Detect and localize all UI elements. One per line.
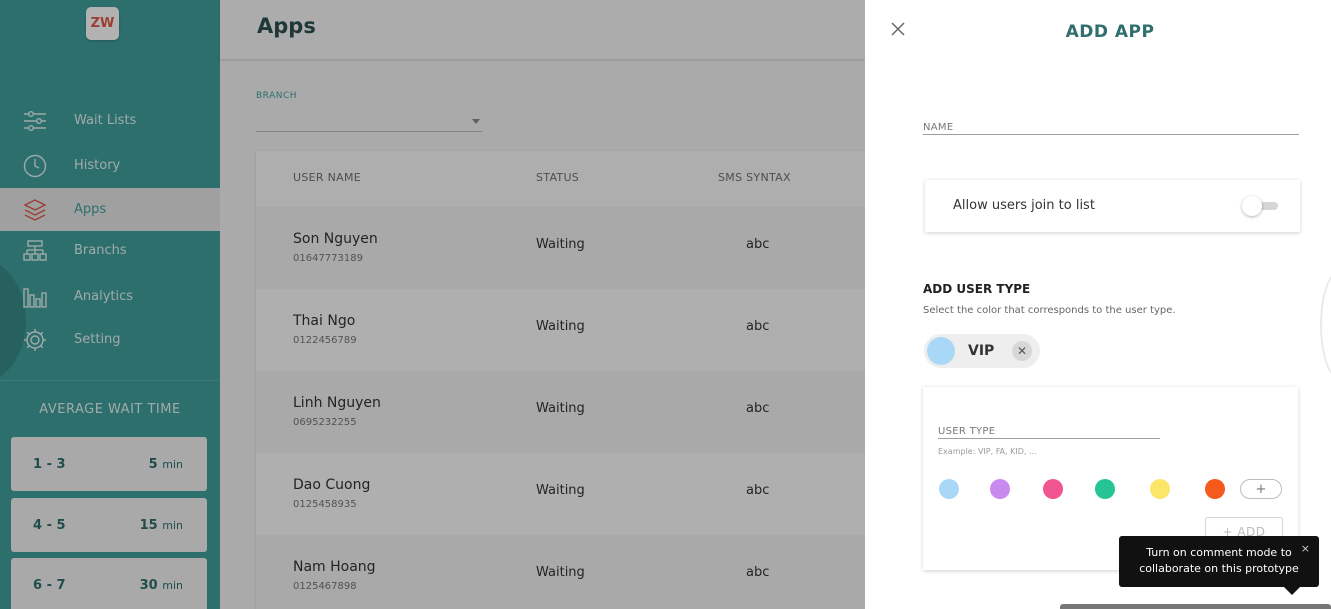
user-type-field[interactable] [938,419,1160,441]
tooltip-arrow [1284,587,1300,595]
toggle-knob [1242,196,1262,216]
allow-users-label: Allow users join to list [953,198,1095,213]
chip-remove-icon[interactable]: ✕ [1012,341,1032,361]
modal-backdrop[interactable] [0,0,865,609]
allow-users-card: Allow users join to list [925,180,1300,232]
comment-mode-tooltip: × Turn on comment mode to collaborate on… [1119,536,1319,595]
user-type-chip: VIP ✕ [924,334,1040,368]
user-type-hint: Example: VIP, FA, KID, ... [938,447,1037,456]
app-root: ZW Wait Lists History Apps Branchs Analy… [0,0,1331,609]
color-option-orange[interactable] [1205,479,1225,499]
chip-color-dot [927,337,955,365]
add-app-panel: ADD APP Allow users join to list ADD USE… [865,0,1331,609]
color-option-purple[interactable] [990,479,1010,499]
color-option-light-blue[interactable] [939,479,959,499]
add-color-button[interactable]: + [1240,479,1282,499]
add-user-type-subtitle: Select the color that corresponds to the… [923,305,1176,316]
prototype-toolbar[interactable] [1060,604,1331,609]
color-option-green[interactable] [1095,479,1115,499]
allow-users-toggle[interactable] [1242,196,1280,216]
name-input[interactable] [923,118,1299,137]
tooltip-close-icon[interactable]: × [1301,541,1310,557]
chip-label: VIP [968,343,995,359]
add-user-type-title: ADD USER TYPE [923,282,1031,296]
name-field[interactable] [923,115,1299,137]
tooltip-text-line2: collaborate on this prototype [1139,562,1299,575]
panel-title: ADD APP [1065,22,1155,42]
color-option-pink[interactable] [1043,479,1063,499]
tooltip-text-line1: Turn on comment mode to [1146,546,1292,559]
color-option-yellow[interactable] [1150,479,1170,499]
user-type-input[interactable] [938,422,1160,441]
panel-edge-decoration [1320,270,1331,380]
